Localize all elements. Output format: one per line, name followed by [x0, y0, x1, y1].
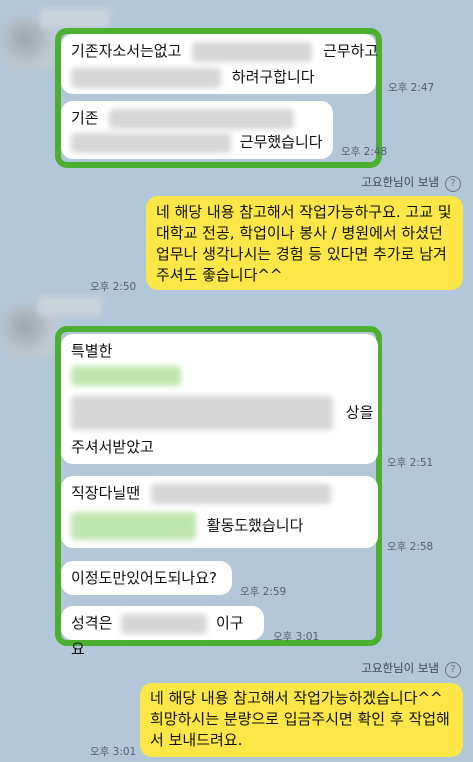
message-6-start: 성격은 — [71, 614, 113, 632]
message-bubble-4[interactable]: 직장다닐땐 활동도했습니다 — [61, 476, 378, 548]
message-1-line2-end: 하려구합니다 — [231, 68, 315, 86]
sent-message-2-time: 오후 3:01 — [90, 746, 137, 758]
sent-message-bubble-2[interactable]: 네 해당 내용 참고해서 작업가능하겠습니다^^ 희망하시는 분량으로 입금주시… — [140, 683, 463, 757]
message-5-text: 이정도만있어도되나요? — [71, 569, 217, 587]
message-bubble-6[interactable]: 성격은 이구요 — [61, 606, 264, 658]
message-2-line2-end: 근무했습니다 — [239, 133, 323, 151]
help-icon[interactable]: ? — [445, 176, 461, 192]
message-2-line1: 기존 — [71, 109, 99, 127]
redacted-text — [71, 512, 196, 540]
sent-message-1-time: 오후 2:50 — [90, 281, 137, 293]
sent-by-text: 고요한님이 보냄 — [361, 661, 439, 675]
message-5-time: 오후 2:59 — [240, 586, 287, 598]
sender-name — [38, 296, 102, 316]
sent-by-text: 고요한님이 보냄 — [361, 175, 439, 189]
redacted-text — [121, 613, 208, 634]
message-1-time: 오후 2:47 — [388, 82, 435, 94]
message-4-line1: 직장다닐땐 — [71, 484, 141, 502]
redacted-text — [150, 483, 331, 504]
sent-message-2-text: 네 해당 내용 참고해서 작업가능하겠습니다^^ 희망하시는 분량으로 입금주시… — [150, 689, 450, 749]
redacted-text — [192, 41, 313, 62]
message-bubble-1[interactable]: 기존자소서는없고 근무하고 하려구합니다 — [61, 34, 379, 94]
message-4-time: 오후 2:58 — [387, 541, 434, 553]
redacted-text — [71, 365, 181, 386]
redacted-text — [71, 132, 231, 153]
message-bubble-5[interactable]: 이정도만있어도되나요? — [61, 561, 232, 595]
redacted-text — [109, 108, 295, 129]
message-4-line2-end: 활동도했습니다 — [206, 516, 304, 535]
message-6-time: 오후 3:01 — [273, 631, 320, 643]
sent-message-bubble-1[interactable]: 네 해당 내용 참고해서 작업가능하구요. 고교 및 대학교 전공, 학업이나 … — [146, 196, 463, 290]
sent-message-1-text: 네 해당 내용 참고해서 작업가능하구요. 고교 및 대학교 전공, 학업이나 … — [156, 203, 452, 284]
message-bubble-3[interactable]: 특별한 상을 주셔서받았고 — [61, 334, 378, 464]
message-1-line1-end: 근무하고 — [322, 42, 379, 60]
message-3-time: 오후 2:51 — [387, 457, 434, 469]
sent-by-label: 고요한님이 보냄? — [361, 660, 461, 678]
message-3-line4: 주셔서받았고 — [71, 438, 154, 456]
message-2-time: 오후 2:48 — [341, 146, 388, 158]
message-3-line1: 특별한 — [71, 342, 113, 360]
message-bubble-2[interactable]: 기존 근무했습니다 — [61, 101, 333, 159]
message-3-line3-end: 상을 — [345, 403, 374, 422]
redacted-text — [71, 396, 333, 430]
message-1-line1-start: 기존자소서는없고 — [71, 42, 182, 60]
sender-name — [40, 8, 110, 28]
help-icon[interactable]: ? — [445, 662, 461, 678]
redacted-text — [71, 67, 221, 88]
sent-by-label: 고요한님이 보냄? — [361, 174, 461, 192]
